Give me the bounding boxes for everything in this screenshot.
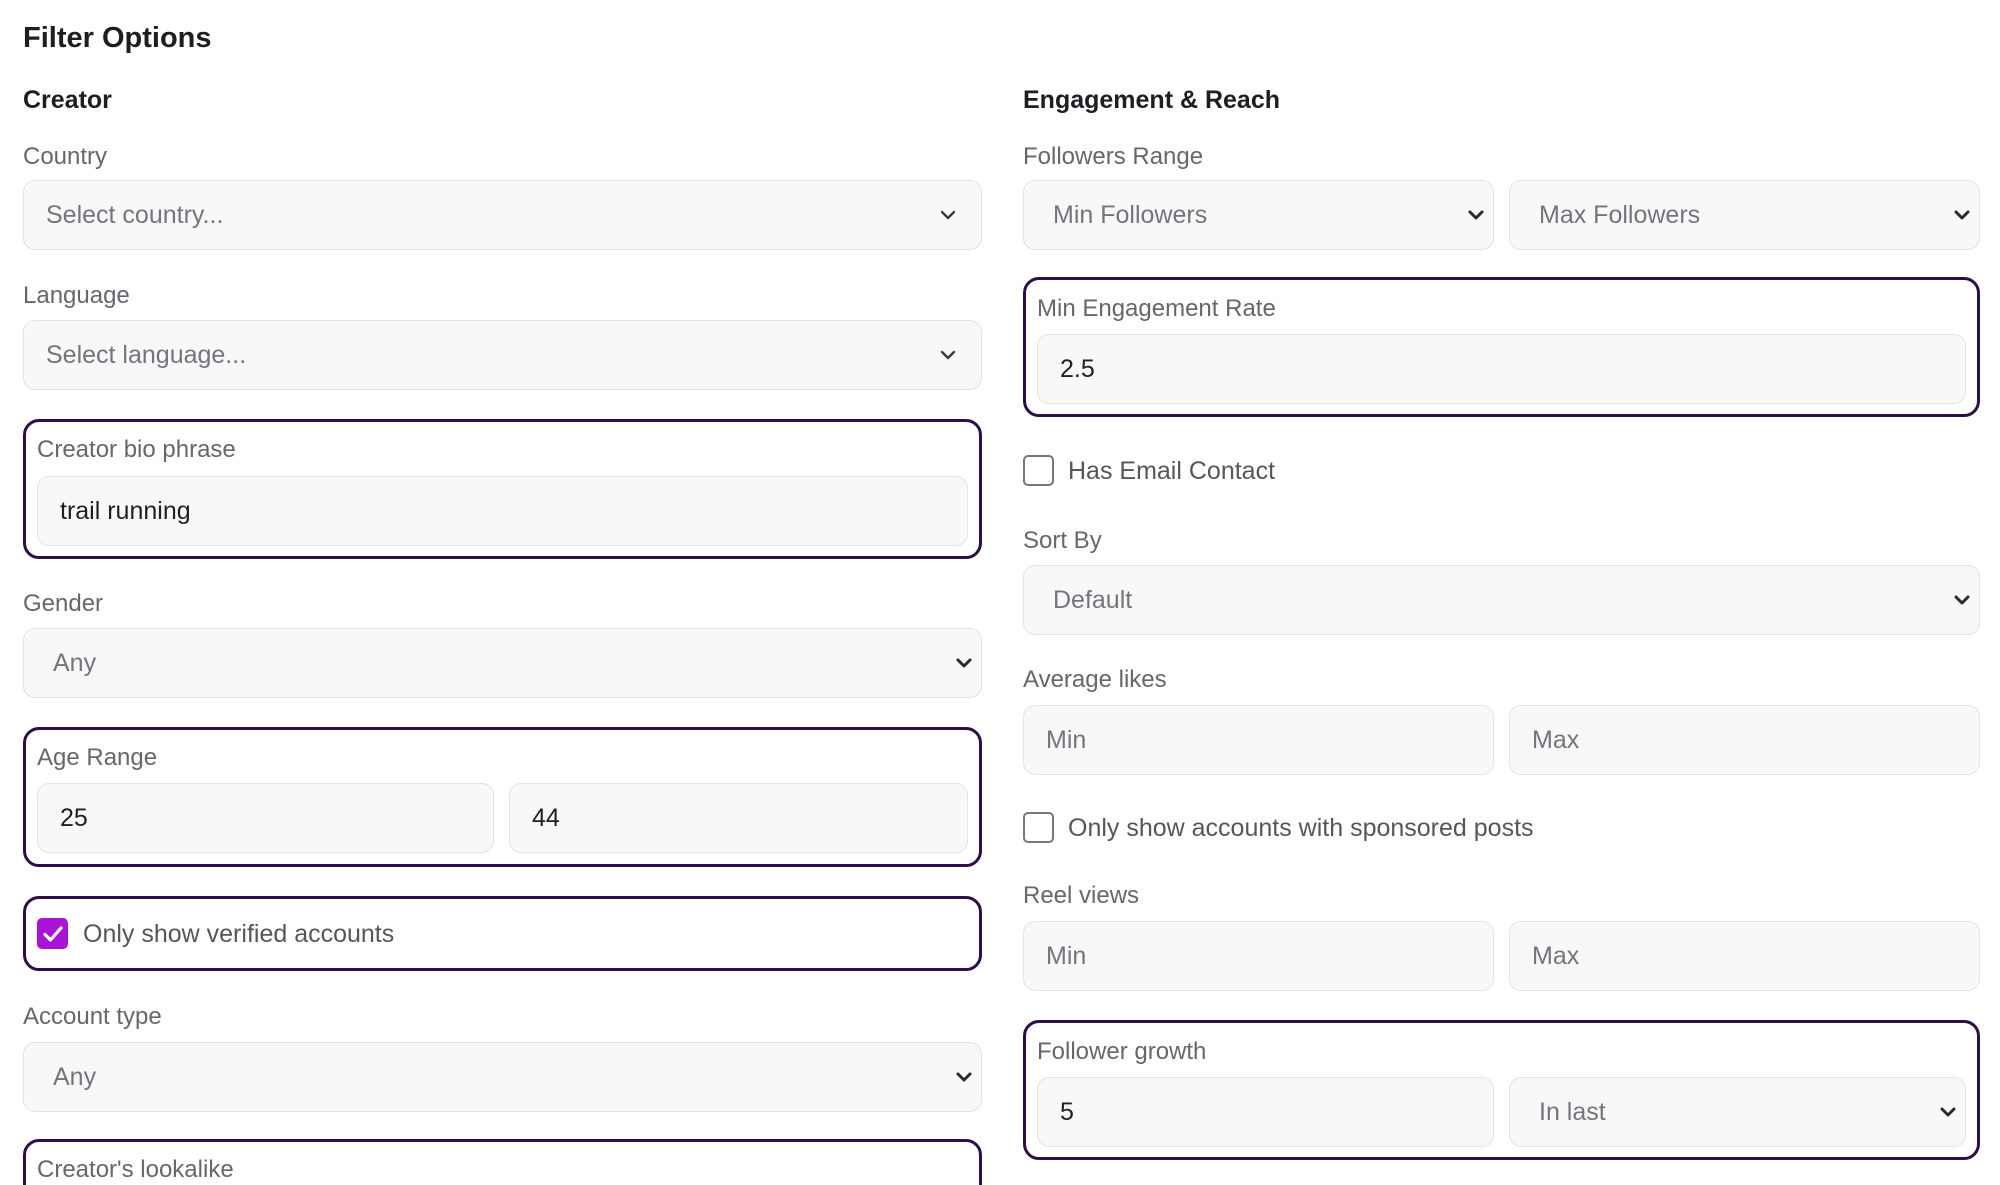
reel-views-min-placeholder: Min <box>1046 941 1087 970</box>
language-select[interactable]: Select language... <box>23 320 982 390</box>
sponsored-posts-checkbox[interactable] <box>1023 812 1054 843</box>
follower-growth-value: 5 <box>1060 1097 1074 1126</box>
gender-select-text: Any <box>53 648 97 677</box>
verified-checkbox[interactable] <box>37 918 68 949</box>
bio-phrase-input[interactable]: trail running <box>37 476 968 546</box>
reel-views-max-placeholder: Max <box>1532 941 1580 970</box>
account-type-select[interactable]: Any <box>23 1042 982 1112</box>
gender-label: Gender <box>23 590 104 617</box>
sort-by-text: Default <box>1053 585 1133 614</box>
gender-select[interactable]: Any <box>23 628 982 698</box>
engagement-rate-input[interactable]: 2.5 <box>1037 334 1966 404</box>
max-followers-select[interactable]: Max Followers <box>1509 180 1980 250</box>
engagement-rate-value: 2.5 <box>1060 354 1095 383</box>
reel-views-max-input[interactable]: Max <box>1509 921 1980 991</box>
age-max-value: 44 <box>532 803 560 832</box>
account-type-select-text: Any <box>53 1062 97 1091</box>
language-select-text: Select language... <box>46 340 247 369</box>
page-title: Filter Options <box>23 22 212 54</box>
average-likes-max-input[interactable]: Max <box>1509 705 1980 775</box>
sponsored-posts-label: Only show accounts with sponsored posts <box>1068 814 1534 842</box>
min-followers-text: Min Followers <box>1053 200 1208 229</box>
average-likes-min-placeholder: Min <box>1046 725 1087 754</box>
followers-range-label: Followers Range <box>1023 143 1204 170</box>
age-min-input[interactable]: 25 <box>37 783 494 853</box>
engagement-rate-label: Min Engagement Rate <box>1037 295 1276 322</box>
follower-growth-label: Follower growth <box>1037 1038 1207 1065</box>
lookalike-label: Creator's lookalike <box>37 1156 234 1183</box>
reel-views-label: Reel views <box>1023 882 1140 909</box>
age-max-input[interactable]: 44 <box>509 783 968 853</box>
reel-views-min-input[interactable]: Min <box>1023 921 1494 991</box>
follower-growth-input[interactable]: 5 <box>1037 1077 1494 1147</box>
average-likes-max-placeholder: Max <box>1532 725 1580 754</box>
chevron-down-icon <box>953 652 975 674</box>
bio-phrase-label: Creator bio phrase <box>37 436 236 463</box>
email-contact-checkbox[interactable] <box>1023 455 1054 486</box>
chevron-down-icon <box>1951 204 1973 226</box>
chevron-down-icon <box>937 344 959 366</box>
follower-growth-period-text: In last <box>1539 1097 1606 1126</box>
language-label: Language <box>23 282 130 309</box>
country-select[interactable]: Select country... <box>23 180 982 250</box>
average-likes-label: Average likes <box>1023 666 1167 693</box>
age-range-label: Age Range <box>37 744 158 771</box>
country-label: Country <box>23 143 108 170</box>
creator-section-title: Creator <box>23 86 112 114</box>
max-followers-text: Max Followers <box>1539 200 1701 229</box>
sort-by-label: Sort By <box>1023 527 1102 554</box>
country-select-text: Select country... <box>46 200 224 229</box>
engagement-section-title: Engagement & Reach <box>1023 86 1281 114</box>
chevron-down-icon <box>953 1066 975 1088</box>
min-followers-select[interactable]: Min Followers <box>1023 180 1494 250</box>
sort-by-select[interactable]: Default <box>1023 565 1980 635</box>
average-likes-min-input[interactable]: Min <box>1023 705 1494 775</box>
account-type-label: Account type <box>23 1003 162 1030</box>
checkmark-icon <box>42 925 63 942</box>
chevron-down-icon <box>1937 1101 1959 1123</box>
chevron-down-icon <box>937 204 959 226</box>
verified-label: Only show verified accounts <box>83 920 395 948</box>
bio-phrase-value: trail running <box>60 496 191 525</box>
chevron-down-icon <box>1951 589 1973 611</box>
follower-growth-period-select[interactable]: In last <box>1509 1077 1966 1147</box>
age-min-value: 25 <box>60 803 88 832</box>
email-contact-label: Has Email Contact <box>1068 457 1276 485</box>
chevron-down-icon <box>1465 204 1487 226</box>
